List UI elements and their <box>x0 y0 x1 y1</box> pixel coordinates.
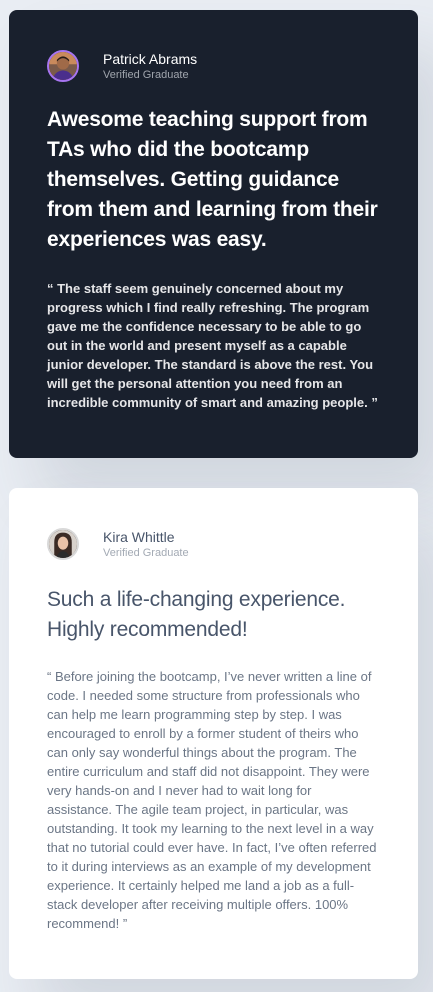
author-info: Kira Whittle Verified Graduate <box>47 526 380 562</box>
author-name: Kira Whittle <box>103 528 175 545</box>
testimonials-page: Patrick Abrams Verified Graduate Awesome… <box>0 0 433 992</box>
author-text: Patrick Abrams Verified Graduate <box>103 51 197 82</box>
avatar-photo-icon <box>47 50 79 82</box>
author-name: Patrick Abrams <box>103 50 198 67</box>
author-status: Verified Graduate <box>103 68 189 81</box>
author-status: Verified Graduate <box>103 546 189 559</box>
author-info: Patrick Abrams Verified Graduate <box>47 48 380 84</box>
author-text: Kira Whittle Verified Graduate <box>103 529 189 560</box>
testimonial-headline: Awesome teaching support from TAs who di… <box>47 108 378 251</box>
testimonial-quote: “ The staff seem genuinely concerned abo… <box>47 281 378 410</box>
testimonial-card-patrick: Patrick Abrams Verified Graduate Awesome… <box>9 10 418 458</box>
testimonial-card-kira: Kira Whittle Verified Graduate Such a li… <box>9 488 418 979</box>
avatar-photo-icon <box>47 528 79 560</box>
testimonial-quote: “ Before joining the bootcamp, I’ve neve… <box>47 669 377 931</box>
testimonial-headline: Such a life-changing experience. Highly … <box>47 588 346 641</box>
